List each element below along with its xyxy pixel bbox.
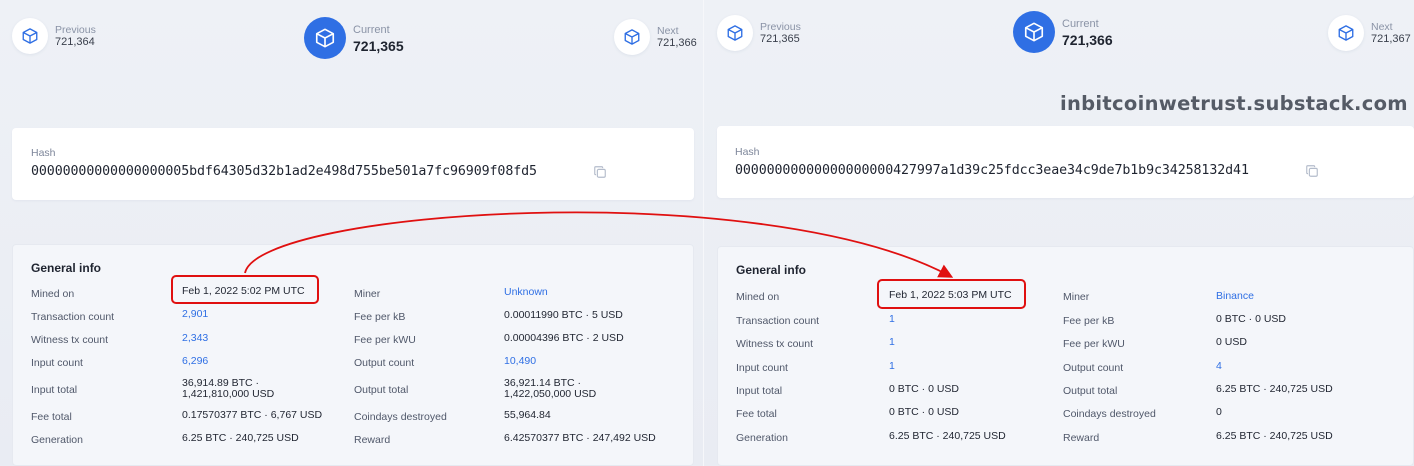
input-total-key: Input total [736,385,783,397]
current-block-number: 721,365 [353,37,404,54]
current-label: Current [1062,17,1099,30]
reward-value: 6.25 BTC · 240,725 USD [1216,430,1333,442]
fee-per-kwu-key: Fee per kWU [354,334,416,346]
cube-icon [304,17,346,59]
reward-key: Reward [354,434,391,446]
hash-value: 00000000000000000000427997a1d39c25fdcc3e… [735,163,1249,178]
hash-card: Hash 00000000000000000000427997a1d39c25f… [717,126,1414,198]
next-label: Next [657,24,679,37]
fee-total-key: Fee total [736,408,777,420]
input-total-value: 36,914.89 BTC · 1,421,810,000 USD [182,378,274,400]
input-total-usd: 1,421,810,000 USD [182,388,275,400]
next-block-link[interactable]: Next 721,367 [1328,15,1411,51]
fee-per-kwu-value: 0.00004396 BTC · 2 USD [504,332,624,344]
reward-value: 6.42570377 BTC · 247,492 USD [504,432,656,444]
next-block-link[interactable]: Next 721,366 [614,19,697,55]
block-panel-left: Previous 721,364 Current 721,365 Next 72… [0,0,704,466]
transaction-count-key: Transaction count [736,315,820,327]
mined-on-highlight-box-right [877,279,1026,309]
hash-value: 00000000000000000005bdf64305d32b1ad2e498… [31,164,537,179]
previous-block-number: 721,365 [760,32,800,45]
general-info-title: General info [736,263,807,277]
transaction-count-value[interactable]: 2,901 [182,308,208,320]
miner-key: Miner [1063,291,1090,303]
reward-key: Reward [1063,432,1100,444]
previous-block-link[interactable]: Previous 721,365 [717,15,801,51]
current-block: Current 721,365 [304,17,404,59]
cube-icon [1328,15,1364,51]
next-label: Next [1371,20,1393,33]
input-count-key: Input count [736,362,788,374]
fee-per-kwu-value: 0 USD [1216,336,1247,348]
coindays-destroyed-key: Coindays destroyed [354,411,447,423]
output-total-value: 36,921.14 BTC · 1,422,050,000 USD [504,378,596,400]
input-count-value[interactable]: 1 [889,360,895,372]
witness-tx-count-value[interactable]: 2,343 [182,332,208,344]
mined-on-highlight-box-left [171,275,319,304]
output-total-value: 6.25 BTC · 240,725 USD [1216,383,1333,395]
mined-on-key: Mined on [31,288,75,300]
current-label: Current [353,23,390,36]
next-block-number: 721,366 [657,36,697,49]
input-count-key: Input count [31,357,83,369]
cube-icon [12,18,48,54]
generation-key: Generation [736,432,788,444]
output-count-value[interactable]: 4 [1216,360,1222,372]
next-block-number: 721,367 [1371,32,1411,45]
fee-per-kb-key: Fee per kB [354,311,406,323]
coindays-destroyed-value: 0 [1216,406,1222,418]
miner-value[interactable]: Unknown [504,286,548,298]
output-count-key: Output count [1063,362,1124,374]
previous-block-link[interactable]: Previous 721,364 [12,18,96,54]
fee-per-kwu-key: Fee per kWU [1063,338,1125,350]
cube-icon [717,15,753,51]
fee-total-value: 0.17570377 BTC · 6,767 USD [182,409,323,421]
witness-tx-count-key: Witness tx count [736,338,814,350]
miner-key: Miner [354,288,381,300]
output-total-key: Output total [1063,385,1118,397]
generation-value: 6.25 BTC · 240,725 USD [889,430,1006,442]
previous-label: Previous [55,23,96,36]
generation-value: 6.25 BTC · 240,725 USD [182,432,299,444]
general-info-card: General info Mined on Feb 1, 2022 5:03 P… [717,246,1414,466]
hash-card: Hash 00000000000000000005bdf64305d32b1ad… [12,128,694,200]
witness-tx-count-key: Witness tx count [31,334,109,346]
block-panel-right: Previous 721,365 Current 721,366 Next 72… [704,0,1414,466]
witness-tx-count-value[interactable]: 1 [889,336,895,348]
generation-key: Generation [31,434,83,446]
previous-block-number: 721,364 [55,35,95,48]
fee-total-value: 0 BTC · 0 USD [889,406,960,418]
input-total-key: Input total [31,384,78,396]
output-total-usd: 1,422,050,000 USD [504,388,597,400]
fee-per-kb-value: 0 BTC · 0 USD [1216,313,1287,325]
transaction-count-value[interactable]: 1 [889,313,895,325]
general-info-card: General info Mined on Feb 1, 2022 5:02 P… [12,244,694,466]
output-count-value[interactable]: 10,490 [504,355,536,367]
cube-icon [614,19,650,55]
fee-total-key: Fee total [31,411,72,423]
watermark-text: inbitcoinwetrust.substack.com [1060,92,1408,115]
transaction-count-key: Transaction count [31,311,115,323]
miner-value[interactable]: Binance [1216,290,1254,302]
cube-icon [1013,11,1055,53]
copy-icon[interactable] [1305,164,1319,178]
input-total-value: 0 BTC · 0 USD [889,383,960,395]
output-count-key: Output count [354,357,415,369]
mined-on-key: Mined on [736,291,780,303]
current-block: Current 721,366 [1013,11,1113,53]
hash-label: Hash [735,146,760,158]
hash-label: Hash [31,147,56,159]
copy-icon[interactable] [593,165,607,179]
coindays-destroyed-key: Coindays destroyed [1063,408,1156,420]
previous-label: Previous [760,20,801,33]
general-info-title: General info [31,261,102,275]
current-block-number: 721,366 [1062,31,1113,48]
fee-per-kb-key: Fee per kB [1063,315,1115,327]
coindays-destroyed-value: 55,964.84 [504,409,551,421]
output-total-key: Output total [354,384,409,396]
fee-per-kb-value: 0.00011990 BTC · 5 USD [504,309,623,321]
input-count-value[interactable]: 6,296 [182,355,208,367]
